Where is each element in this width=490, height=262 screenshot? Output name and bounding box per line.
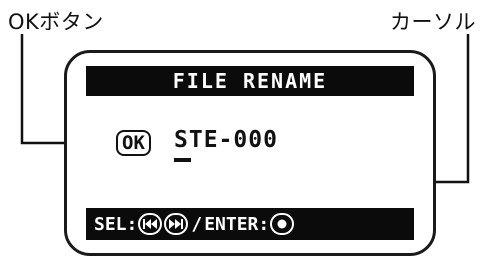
sel-label: SEL:	[94, 213, 138, 235]
record-button-icon	[270, 213, 295, 235]
screen-title-bar: FILE RENAME	[86, 66, 414, 96]
enter-label: ENTER:	[204, 213, 270, 235]
text-cursor	[174, 158, 191, 162]
ok-button[interactable]: OK	[116, 130, 151, 156]
ok-button-label: OK	[122, 132, 145, 154]
separator-slash: /	[191, 213, 203, 235]
rewind-button-icon	[138, 213, 163, 235]
cursor-callout: カーソル	[390, 10, 476, 34]
screen-footer-bar: SEL: / ENTER:	[86, 208, 414, 240]
ok-button-callout: OKボタン	[8, 10, 104, 34]
screen-title: FILE RENAME	[172, 69, 328, 93]
filename-field[interactable]: STE-000	[174, 127, 278, 153]
fast-forward-button-icon	[164, 213, 189, 235]
